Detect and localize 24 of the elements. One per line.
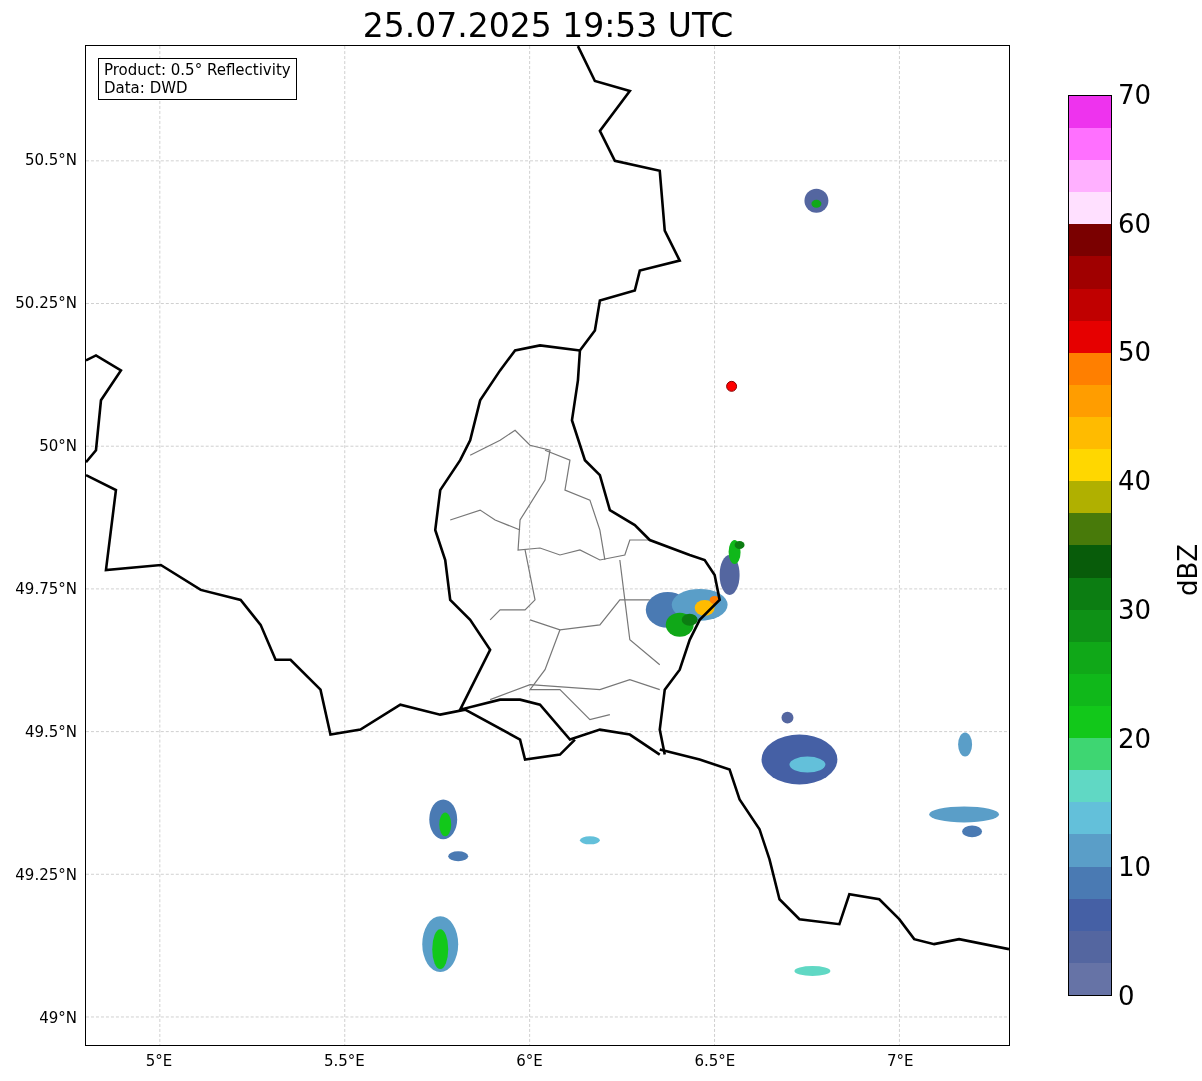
latitude-label: 49.25°N bbox=[15, 866, 77, 884]
latitude-label: 49.75°N bbox=[15, 580, 77, 598]
latitude-label: 50.5°N bbox=[24, 151, 77, 169]
latitude-label: 49°N bbox=[39, 1009, 77, 1027]
longitude-label: 6.5°E bbox=[694, 1052, 736, 1070]
colorbar-tick-label: 0 bbox=[1118, 980, 1135, 1011]
info-text: Data: DWD bbox=[104, 79, 189, 97]
latitude-label: 50°N bbox=[39, 437, 77, 455]
longitude-label: 5°E bbox=[145, 1052, 173, 1070]
colorbar-tick-label: 70 bbox=[1118, 80, 1152, 110]
longitude-label: 6°E bbox=[516, 1052, 543, 1070]
colorbar-tick-label: 10 bbox=[1118, 852, 1152, 883]
longitude-label: 7°E bbox=[886, 1052, 914, 1070]
colorbar-tick-label: 40 bbox=[1118, 466, 1152, 497]
colorbar-tick-label: 30 bbox=[1118, 594, 1152, 625]
latitude-label: 50.25°N bbox=[15, 294, 77, 312]
longitude-label: 5.5°E bbox=[323, 1052, 365, 1070]
colorbar-tick-label: 60 bbox=[1118, 208, 1152, 239]
colorbar-tick-label: 20 bbox=[1118, 723, 1152, 754]
chart-title: 25.07.2025 19:53 UTC bbox=[361, 5, 735, 45]
colorbar-label: dBZ bbox=[1173, 543, 1202, 597]
latitude-label: 49.5°N bbox=[24, 723, 77, 741]
colorbar-tick-label: 50 bbox=[1118, 337, 1152, 368]
info-text: Product: 0.5° Reflectivity bbox=[104, 61, 291, 79]
